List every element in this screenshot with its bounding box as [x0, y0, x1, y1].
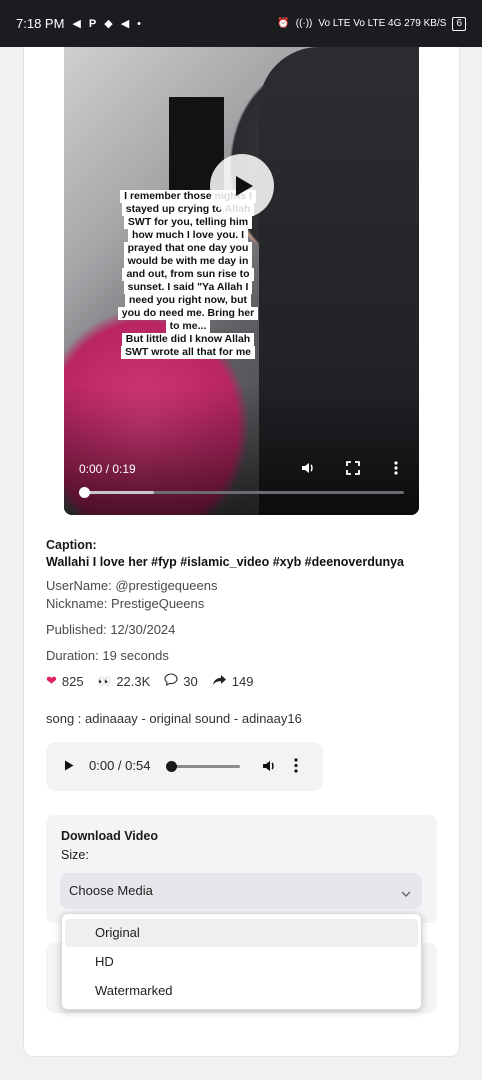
alarm-icon: ⏰ [277, 18, 290, 29]
option-watermarked[interactable]: Watermarked [65, 977, 418, 1005]
status-time: 7:18 PM [16, 16, 65, 31]
views-stat: 👀 22.3K [97, 673, 151, 689]
video-buffered [84, 491, 155, 494]
share-icon [212, 674, 227, 689]
overlay-line: sunset. I said "Ya Allah I [123, 281, 253, 294]
volume-icon[interactable] [297, 457, 319, 479]
published-text: Published: 12/30/2024 [46, 622, 176, 637]
audio-player: 0:00 / 0:54 [46, 742, 323, 791]
fullscreen-icon[interactable] [342, 457, 364, 479]
hotspot-icon: ((·)) [295, 18, 313, 29]
p-icon: P [88, 17, 97, 30]
size-label: Size: [61, 848, 89, 862]
media-select[interactable]: Choose Media [60, 873, 422, 909]
battery-icon: 6 [452, 16, 466, 31]
network-text: Vo LTE Vo LTE 4G 279 KB/S [318, 18, 447, 29]
comment-icon [164, 673, 178, 689]
download-title: Download Video [61, 829, 158, 843]
username-text: UserName: @prestigequeens [46, 578, 218, 593]
video-details: Caption: Wallahi I love her #fyp #islami… [46, 538, 446, 726]
audio-progress-bar[interactable] [172, 765, 240, 768]
caption-heading: Caption: [46, 538, 97, 552]
song-text: song : adinaaay - original sound - adina… [46, 711, 302, 726]
audio-play-button[interactable] [63, 759, 75, 777]
overlay-line: to me... [165, 320, 211, 333]
overlay-line: But little did I know Allah [121, 333, 255, 346]
audio-time: 0:00 / 0:54 [89, 758, 151, 773]
overlay-line: would be with me day in [123, 255, 253, 268]
audio-volume-icon[interactable] [261, 758, 277, 779]
telegram-icon-2: ◀ [120, 18, 130, 30]
caption-text: Wallahi I love her #fyp #islamic_video #… [46, 555, 405, 569]
shares-stat: 149 [212, 674, 253, 689]
stats-row: ❤ 825 👀 22.3K 30 149 [46, 673, 446, 689]
more-options-icon[interactable] [385, 457, 407, 479]
heart-icon: ❤ [46, 673, 57, 688]
overlay-line: SWT wrote all that for me [120, 346, 255, 359]
comments-stat: 30 [164, 673, 198, 689]
eyes-icon: 👀 [97, 675, 112, 688]
audio-scrubber-handle[interactable] [166, 761, 177, 772]
overlay-line: you do need me. Bring her [117, 307, 259, 320]
video-time: 0:00 / 0:19 [79, 462, 136, 476]
media-dropdown-menu: Original HD Watermarked [61, 913, 422, 1010]
dot-icon: • [137, 17, 142, 30]
media-select-value: Choose Media [69, 883, 153, 898]
telegram-icon: ◀ [72, 18, 81, 30]
nickname-text: Nickname: PrestigeQueens [46, 596, 205, 611]
overlay-line: how much I love you. I [127, 229, 248, 242]
video-controls: 0:00 / 0:19 [64, 445, 419, 515]
audio-more-icon[interactable] [294, 758, 298, 778]
overlay-line: prayed that one day you [123, 242, 253, 255]
duration-text: Duration: 19 seconds [46, 648, 169, 663]
send-icon: ◆ [104, 18, 113, 30]
overlay-line: SWT for you, telling him [123, 216, 253, 229]
option-hd[interactable]: HD [65, 948, 418, 976]
chevron-down-icon [400, 885, 412, 903]
overlay-line: and out, from sun rise to [122, 268, 254, 281]
overlay-line: need you right now, but [124, 294, 252, 307]
video-progress-bar[interactable] [79, 487, 404, 498]
option-original[interactable]: Original [65, 919, 418, 947]
video-player[interactable]: I remember those nights Istayed up cryin… [64, 47, 419, 515]
download-panel: Download Video Size: Choose Media [46, 815, 437, 923]
status-bar: 7:18 PM ◀ P ◆ ◀ • ⏰ ((·)) Vo LTE Vo LTE … [0, 0, 482, 47]
video-scrubber-handle[interactable] [79, 487, 90, 498]
likes-stat: ❤ 825 [46, 673, 84, 689]
play-overlay-button[interactable] [210, 154, 274, 218]
